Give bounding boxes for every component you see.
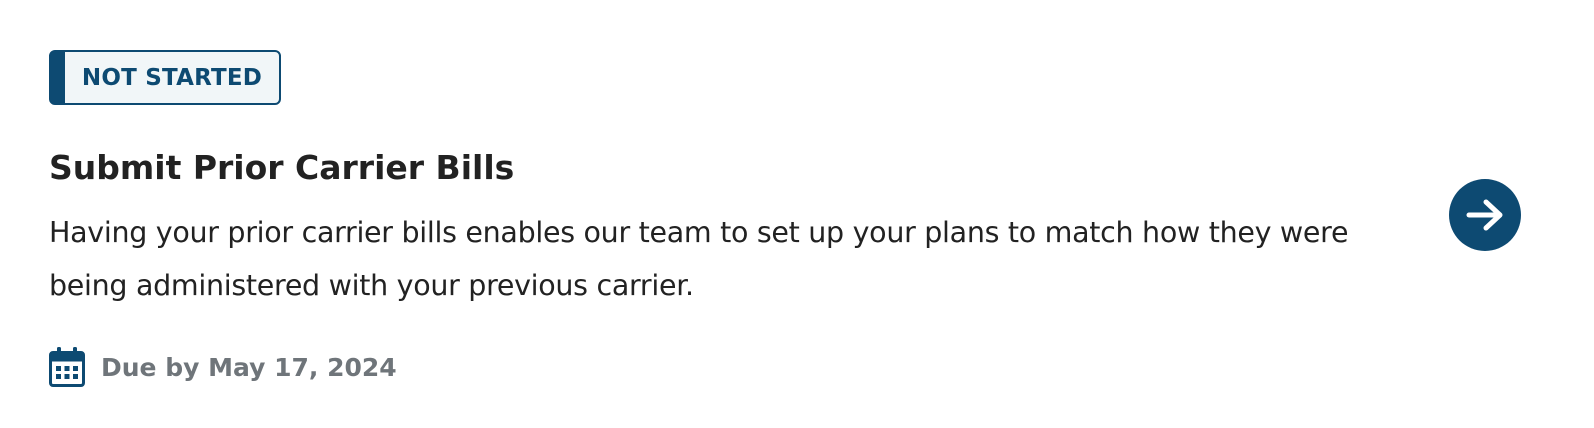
calendar-icon (49, 347, 85, 387)
due-date-row: Due by May 17, 2024 (49, 346, 397, 388)
status-badge: NOT STARTED (49, 50, 281, 105)
task-title: Submit Prior Carrier Bills (49, 148, 515, 187)
task-description: Having your prior carrier bills enables … (49, 216, 1349, 302)
due-date-text: Due by May 17, 2024 (101, 352, 397, 382)
status-badge-label: NOT STARTED (81, 64, 263, 91)
open-task-button[interactable] (1449, 179, 1521, 251)
arrow-right-icon (1466, 199, 1503, 231)
task-card: NOT STARTED Submit Prior Carrier Bills H… (0, 0, 1594, 428)
